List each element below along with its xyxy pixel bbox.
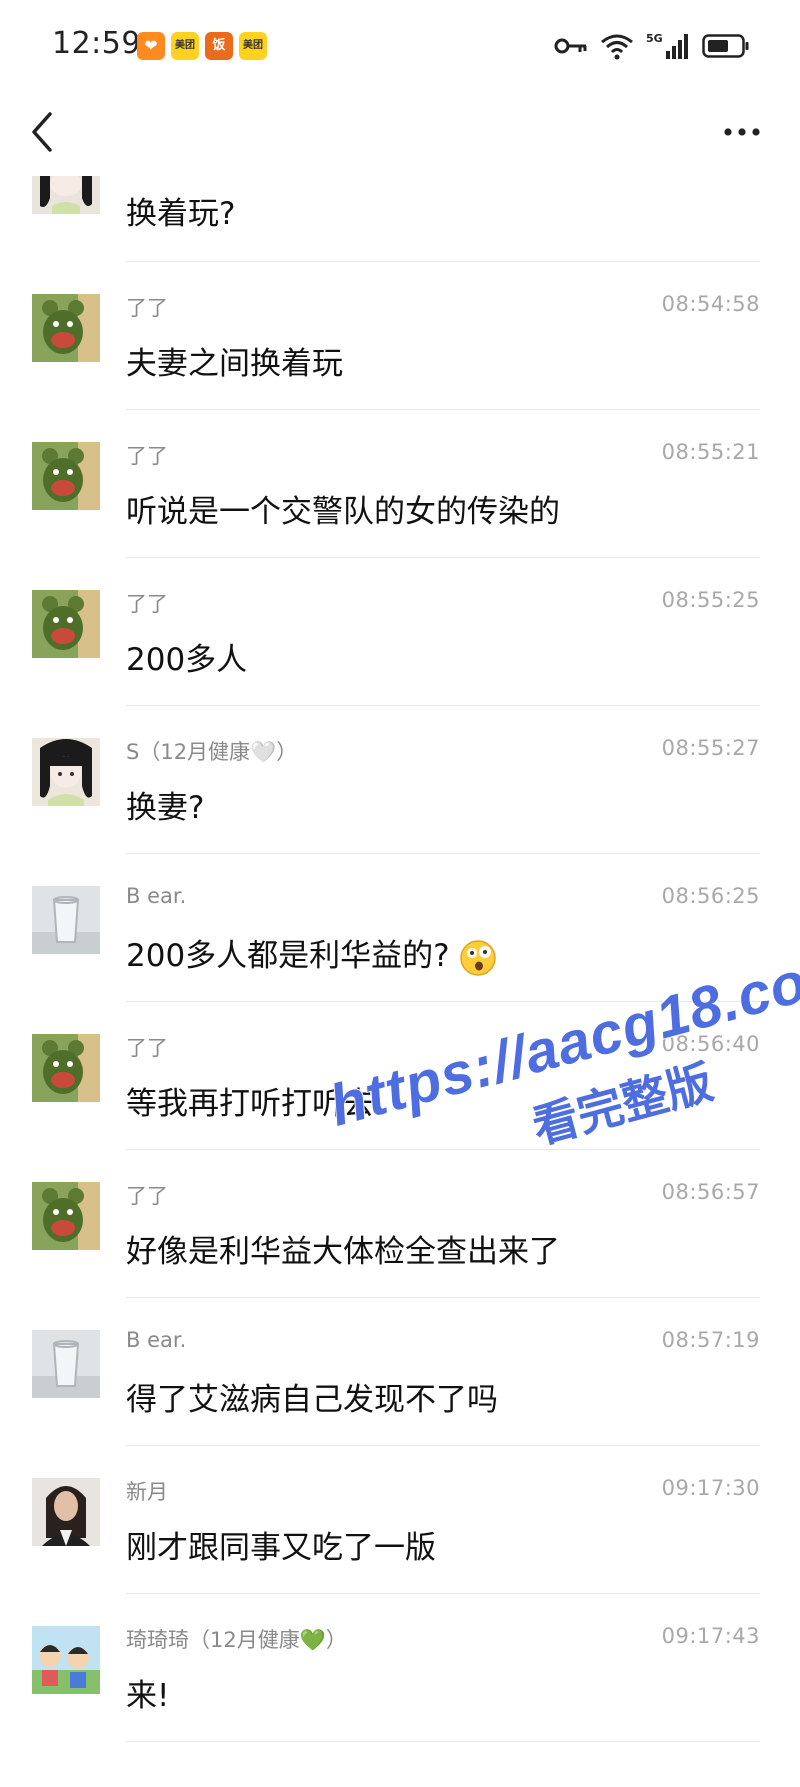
avatar[interactable] [32,1034,100,1102]
message-time: 08:57:19 [661,1328,760,1352]
list-item[interactable]: 琦琦琦（12月健康💚） 09:17:43 来! [0,1594,800,1742]
woman-photo-avatar-icon [32,1478,100,1546]
divider [126,1741,760,1742]
list-item[interactable]: B ear. 08:57:19 得了艾滋病自己发现不了吗 [0,1298,800,1446]
frog-avatar-icon [32,294,100,362]
sender-name: 琦琦琦（12月健康💚） [126,1628,347,1652]
message-list: 了了 08:54:58 夫妻之间换着玩 了了 08:55:21 听说是一个交警队… [0,0,800,1787]
avatar[interactable] [32,738,100,806]
message-text-content: 200多人都是利华益的? [126,938,450,974]
list-item[interactable]: 了了 08:56:57 好像是利华益大体检全查出来了 [0,1150,800,1298]
message-text: 刚才跟同事又吃了一版 [126,1530,436,1566]
message-text: 等我再打听打听去 [126,1086,374,1122]
message-time: 08:55:27 [661,736,760,760]
message-text: 200多人都是利华益的? [126,930,498,978]
sender-name: B ear. [126,884,187,908]
message-text: 得了艾滋病自己发现不了吗 [126,1382,498,1418]
avatar[interactable] [32,590,100,658]
list-item[interactable]: 了了 08:55:21 听说是一个交警队的女的传染的 [0,410,800,558]
list-item[interactable]: S（12月健康🤍） 08:55:27 换妻? [0,706,800,854]
frog-avatar-icon [32,1182,100,1250]
avatar[interactable] [32,1330,100,1398]
list-item[interactable]: 新月 09:17:30 刚才跟同事又吃了一版 [0,1446,800,1594]
sender-name: 了了 [126,1184,168,1208]
list-item[interactable]: B ear. 08:56:25 200多人都是利华益的? [0,854,800,1002]
message-time: 08:56:40 [661,1032,760,1056]
message-time: 08:56:57 [661,1180,760,1204]
message-time: 08:55:21 [661,440,760,464]
sender-name: 了了 [126,592,168,616]
avatar[interactable] [32,442,100,510]
avatar[interactable] [32,1626,100,1694]
avatar[interactable] [32,1478,100,1546]
glass-avatar-icon [32,886,100,954]
list-item[interactable]: 了了 08:55:25 200多人 [0,558,800,706]
cartoon-avatar-icon [32,1626,100,1694]
sender-name: 了了 [126,444,168,468]
avatar[interactable] [32,886,100,954]
sender-name: 了了 [126,1036,168,1060]
message-text: 夫妻之间换着玩 [126,346,343,382]
avatar[interactable] [32,1182,100,1250]
frog-avatar-icon [32,590,100,658]
frog-avatar-icon [32,1034,100,1102]
shocked-emoji-icon [459,939,496,976]
message-text: 听说是一个交警队的女的传染的 [126,494,560,530]
list-item[interactable]: 了了 08:54:58 夫妻之间换着玩 [0,262,800,410]
glass-avatar-icon [32,1330,100,1398]
sender-name: B ear. [126,1328,187,1352]
anime-girl-avatar-icon [32,738,100,806]
message-time: 09:17:30 [661,1476,760,1500]
message-text: 好像是利华益大体检全查出来了 [126,1234,560,1270]
message-text: 换妻? [126,790,205,826]
message-time: 08:54:58 [661,292,760,316]
list-item[interactable]: 了了 08:56:40 等我再打听打听去 [0,1002,800,1150]
sender-name: 了了 [126,296,168,320]
message-time: 08:55:25 [661,588,760,612]
sender-name: 新月 [126,1480,168,1504]
message-text: 200多人 [126,642,248,678]
frog-avatar-icon [32,442,100,510]
sender-name: S（12月健康🤍） [126,740,298,764]
avatar[interactable] [32,294,100,362]
message-time: 08:56:25 [661,884,760,908]
message-text: 来! [126,1678,170,1714]
message-time: 09:17:43 [661,1624,760,1648]
